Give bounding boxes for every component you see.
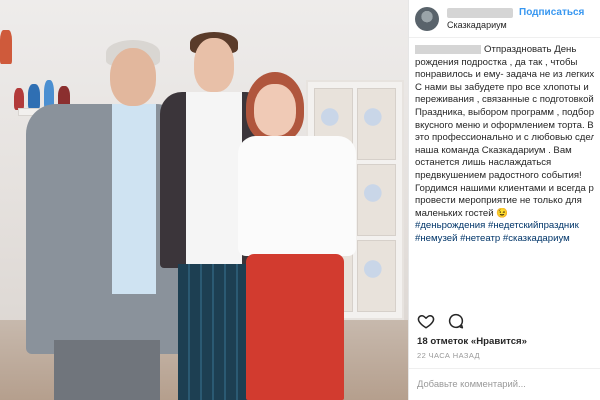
caption-line: наша команда Сказкадариум . Вам (415, 144, 572, 156)
likes-count[interactable]: 18 отметок «Нравится» (417, 336, 527, 347)
user-line: Подписаться (447, 7, 594, 18)
toy-figure (0, 30, 12, 64)
hashtags-line[interactable]: #немузей #нетеатр #сказкадариум (415, 233, 594, 246)
caption-line: С нами вы забудете про все хлопоты и (415, 81, 589, 93)
post-time[interactable]: 22 ЧАСА НАЗАД (417, 351, 480, 360)
person-right (238, 72, 358, 400)
caption-line: это профессионально и с любовью сдел (415, 132, 594, 144)
head (194, 38, 234, 92)
toy-figure (14, 88, 24, 110)
comment-icon[interactable] (447, 312, 465, 330)
caption-line: Праздника, выбором программ , подбор (415, 106, 594, 118)
caption-line: Гордимся нашими клиентами и всегда р (415, 182, 594, 194)
post-sidebar: Подписаться Сказкадариум Отпраздновать Д… (408, 0, 600, 400)
pants (54, 340, 160, 400)
header-text: Подписаться Сказкадариум (447, 7, 594, 30)
follow-button[interactable]: Подписаться (519, 7, 584, 18)
caption-line: маленьких гостей 😉 (415, 207, 509, 219)
screen-panel (357, 88, 396, 160)
comment-input[interactable]: Добавьте комментарий... (409, 368, 600, 400)
caption-line: рождения подростка , да так , чтобы (415, 56, 578, 68)
caption-line: предвкушением радостного события! (415, 169, 582, 181)
red-skirt (246, 254, 344, 400)
caption-line: Отпраздновать День (415, 44, 594, 57)
head (254, 84, 296, 136)
caption: Отпраздновать День рождения подростка , … (409, 38, 600, 282)
screen-panel (357, 164, 396, 236)
post-photo[interactable] (0, 0, 408, 400)
username-redacted[interactable] (415, 44, 481, 54)
post-header: Подписаться Сказкадариум (409, 0, 600, 38)
avatar[interactable] (415, 6, 439, 31)
likes-text: 18 отметок «Нравится» (417, 336, 527, 347)
instagram-post: Подписаться Сказкадариум Отпраздновать Д… (0, 0, 600, 400)
username-redacted[interactable] (447, 7, 513, 18)
white-blouse (238, 136, 356, 256)
caption-text: Отпраздновать День (484, 44, 577, 55)
caption-line: понравилось и ему- задача не из легких! (415, 69, 594, 81)
caption-line: вкусного меню и оформлением торта. В (415, 119, 594, 131)
caption-line: провести мероприятие не только для (415, 195, 582, 207)
screen-panel (357, 240, 396, 312)
post-actions (417, 312, 465, 330)
hashtags-line[interactable]: #деньрождения #недетскийпраздник (415, 220, 594, 233)
caption-line: переживания , связанные с подготовкой (415, 94, 594, 106)
white-shirt (186, 92, 242, 268)
location-link[interactable]: Сказкадариум (447, 20, 594, 30)
heart-icon[interactable] (417, 312, 435, 330)
caption-line: останется лишь наслаждаться (415, 157, 552, 169)
